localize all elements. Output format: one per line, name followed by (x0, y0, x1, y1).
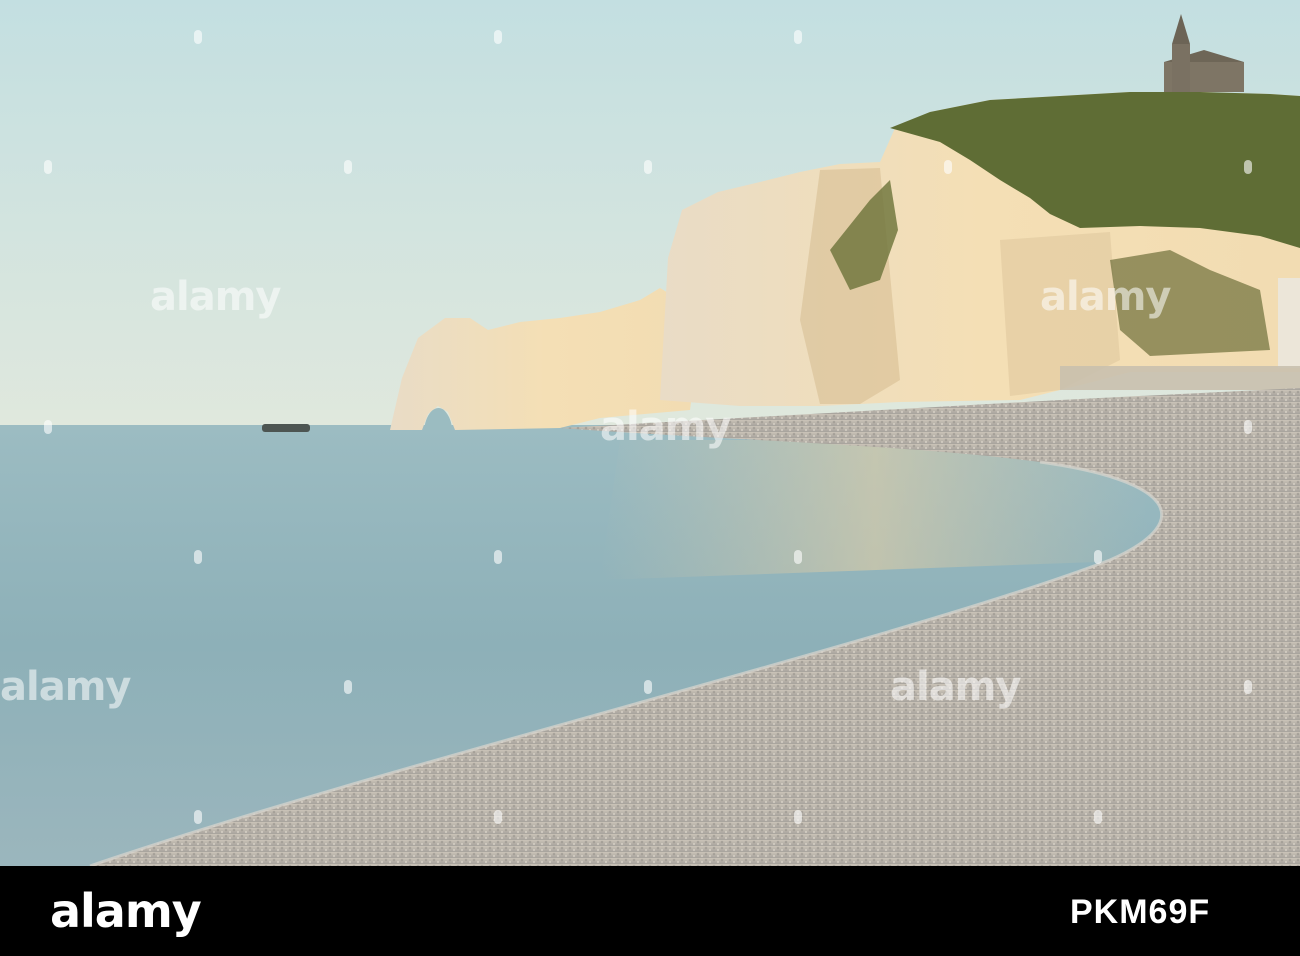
watermark-mark (642, 678, 654, 696)
watermark-mark (942, 158, 954, 176)
watermark-mark (1242, 158, 1254, 176)
image-id: PKM69F (1070, 893, 1211, 931)
watermark-mark (192, 28, 204, 46)
sea-rock (262, 424, 310, 432)
watermark-text: alamy (890, 664, 1021, 710)
watermark-mark (42, 418, 54, 436)
watermark-text: alamy (1040, 274, 1171, 320)
watermark-mark (1092, 548, 1104, 566)
watermark-mark (42, 158, 54, 176)
watermark-mark (342, 678, 354, 696)
watermark-text: alamy (0, 664, 131, 710)
stock-photo: alamy alamy alamy alamy alamy (0, 0, 1300, 866)
seafront-building (1278, 278, 1300, 368)
watermark-text: alamy (150, 274, 281, 320)
watermark-mark (492, 808, 504, 826)
watermark-text: alamy (600, 404, 731, 450)
watermark-mark (192, 808, 204, 826)
alamy-logo: alamy (50, 884, 202, 938)
watermark-mark (342, 158, 354, 176)
watermark-mark (792, 28, 804, 46)
watermark-mark (192, 548, 204, 566)
watermark-mark (792, 808, 804, 826)
watermark-mark (492, 28, 504, 46)
watermark-mark (492, 548, 504, 566)
watermark-footer-bar: alamy PKM69F (0, 866, 1300, 956)
watermark-mark (1242, 678, 1254, 696)
watermark-mark (642, 158, 654, 176)
watermark-mark (1242, 418, 1254, 436)
watermark-mark (1092, 808, 1104, 826)
watermark-mark (792, 548, 804, 566)
seawall (1060, 366, 1300, 390)
